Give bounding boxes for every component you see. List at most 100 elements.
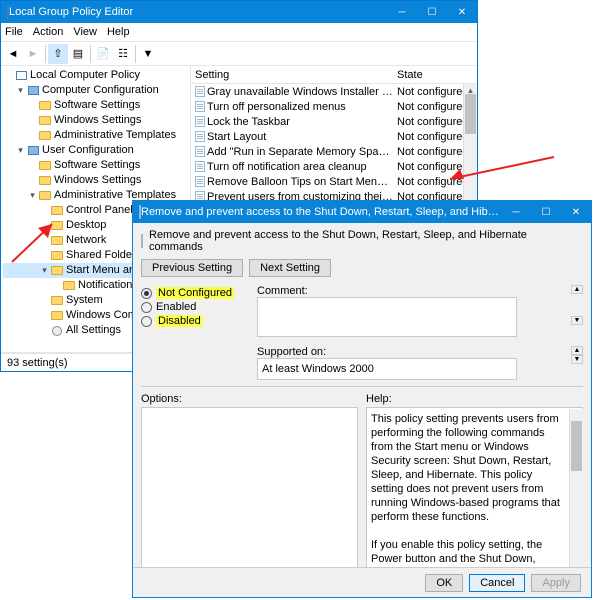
folder-icon: [38, 175, 52, 187]
expand-icon[interactable]: ▾: [15, 143, 26, 158]
radio-disabled[interactable]: Disabled: [141, 315, 251, 327]
setting-icon: [193, 146, 207, 157]
properties-button[interactable]: ☷: [113, 44, 133, 64]
spin-down-icon[interactable]: ▼: [571, 316, 583, 325]
expand-icon[interactable]: ▾: [39, 263, 50, 278]
spin-up-icon[interactable]: ▲: [571, 346, 583, 355]
scroll-thumb[interactable]: [465, 94, 476, 134]
col-state[interactable]: State: [397, 69, 477, 81]
list-row[interactable]: Turn off notification area cleanupNot co…: [191, 159, 477, 174]
options-box: [141, 407, 358, 585]
maximize-button[interactable]: ☐: [417, 1, 447, 23]
folder-icon: [38, 130, 52, 142]
tree-item-label: Network: [66, 233, 106, 248]
export-list-button[interactable]: 📄: [93, 44, 113, 64]
setting-name: Gray unavailable Windows Installer progr…: [207, 86, 397, 98]
window-title: Local Group Policy Editor: [9, 6, 133, 18]
setting-icon: [193, 116, 207, 127]
tree-item[interactable]: ▾ User Configuration: [3, 143, 190, 158]
tree-item-label: Desktop: [66, 218, 106, 233]
radio-dot-icon: [141, 302, 152, 313]
radio-enabled[interactable]: Enabled: [141, 301, 251, 313]
titlebar[interactable]: Local Group Policy Editor ─ ☐ ✕: [1, 1, 477, 23]
up-button[interactable]: ⇧: [48, 44, 68, 64]
next-setting-button[interactable]: Next Setting: [249, 259, 331, 277]
policy-dialog: Remove and prevent access to the Shut Do…: [132, 200, 592, 598]
radio-label: Not Configured: [156, 287, 234, 299]
close-button[interactable]: ✕: [447, 1, 477, 23]
list-row[interactable]: Add "Run in Separate Memory Space" check…: [191, 144, 477, 159]
spin-down-icon[interactable]: ▼: [571, 355, 583, 364]
dialog-maximize-button[interactable]: ☐: [531, 201, 561, 223]
tree-item-label: Control Panel: [66, 203, 133, 218]
cancel-button[interactable]: Cancel: [469, 574, 525, 592]
folder-icon: [38, 190, 52, 202]
list-row[interactable]: Remove Balloon Tips on Start Menu itemsN…: [191, 174, 477, 189]
previous-setting-button[interactable]: Previous Setting: [141, 259, 243, 277]
expand-icon[interactable]: ▾: [15, 83, 26, 98]
dialog-minimize-button[interactable]: ─: [501, 201, 531, 223]
tree-item[interactable]: Software Settings: [3, 98, 190, 113]
tree-item-label: Software Settings: [54, 98, 140, 113]
setting-icon: [193, 101, 207, 112]
tree-item[interactable]: ▾Computer Configuration: [3, 83, 190, 98]
folder-icon: [38, 100, 52, 112]
list-row[interactable]: Gray unavailable Windows Installer progr…: [191, 84, 477, 99]
ok-button[interactable]: OK: [425, 574, 463, 592]
tree-item-label: System: [66, 293, 103, 308]
comment-label: Comment:: [257, 285, 327, 297]
filter-button[interactable]: ▼: [138, 44, 158, 64]
folder-icon: [50, 295, 64, 307]
folder-icon: [38, 115, 52, 127]
dialog-footer: OK Cancel Apply: [133, 567, 591, 597]
col-setting[interactable]: Setting: [191, 69, 397, 81]
tree-item[interactable]: Windows Settings: [3, 113, 190, 128]
tree-item-label: User Configuration: [42, 143, 134, 158]
pc-icon: [14, 70, 28, 82]
tree-item-label: Windows Settings: [54, 173, 141, 188]
radio-not-configured[interactable]: Not Configured: [141, 287, 251, 299]
list-row[interactable]: Lock the TaskbarNot configured: [191, 114, 477, 129]
help-box[interactable]: This policy setting prevents users from …: [366, 407, 583, 585]
list-header[interactable]: Setting State: [191, 66, 477, 84]
menu-help[interactable]: Help: [107, 26, 130, 38]
tree-item[interactable]: Local Computer Policy: [3, 68, 190, 83]
scroll-thumb[interactable]: [571, 421, 582, 471]
nav-back-button[interactable]: ◄: [3, 44, 23, 64]
setting-icon: [193, 176, 207, 187]
policy-name: Remove and prevent access to the Shut Do…: [149, 229, 583, 253]
supported-on-label: Supported on:: [257, 346, 327, 358]
list-row[interactable]: Turn off personalized menusNot configure…: [191, 99, 477, 114]
setting-icon: [193, 131, 207, 142]
help-scrollbar[interactable]: [569, 409, 583, 585]
nav-forward-button[interactable]: ►: [23, 44, 43, 64]
dialog-titlebar[interactable]: Remove and prevent access to the Shut Do…: [133, 201, 591, 223]
spin-up-icon[interactable]: ▲: [571, 285, 583, 294]
folder-icon: [38, 160, 52, 172]
folder-icon: [50, 250, 64, 262]
dialog-close-button[interactable]: ✕: [561, 201, 591, 223]
tree-item[interactable]: Administrative Templates: [3, 128, 190, 143]
supported-on-value: At least Windows 2000: [257, 358, 517, 380]
tree-item[interactable]: Software Settings: [3, 158, 190, 173]
list-row[interactable]: Start LayoutNot configured: [191, 129, 477, 144]
toolbar: ◄ ► ⇧ ▤ 📄 ☷ ▼: [1, 42, 477, 66]
radio-label: Enabled: [156, 301, 196, 313]
show-hide-tree-button[interactable]: ▤: [68, 44, 88, 64]
expand-icon[interactable]: ▾: [27, 188, 38, 203]
radio-dot-icon: [141, 288, 152, 299]
setting-name: Lock the Taskbar: [207, 116, 397, 128]
minimize-button[interactable]: ─: [387, 1, 417, 23]
tree-item[interactable]: Windows Settings: [3, 173, 190, 188]
setting-name: Remove Balloon Tips on Start Menu items: [207, 176, 397, 188]
folder-icon: [62, 280, 76, 292]
menu-view[interactable]: View: [73, 26, 97, 38]
menu-file[interactable]: File: [5, 26, 23, 38]
setting-name: Start Layout: [207, 131, 397, 143]
tree-item-label: Shared Folders: [66, 248, 141, 263]
comment-field[interactable]: [257, 297, 517, 337]
tree-item-label: Windows Settings: [54, 113, 141, 128]
help-label: Help:: [366, 393, 583, 405]
menu-action[interactable]: Action: [33, 26, 64, 38]
apply-button[interactable]: Apply: [531, 574, 581, 592]
